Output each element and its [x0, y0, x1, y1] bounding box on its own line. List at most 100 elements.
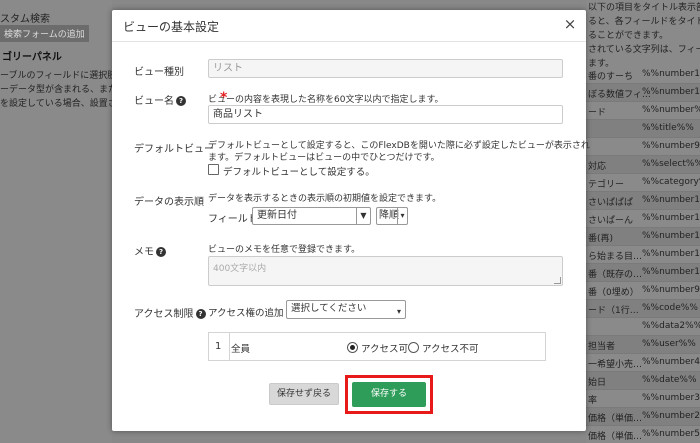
access-allow-radio[interactable] [347, 342, 358, 353]
bg-field-value: %%number5%% [642, 429, 700, 439]
resize-handle-icon[interactable] [554, 277, 561, 284]
bg-field-value: %%number%% [642, 105, 700, 115]
chevron-down-icon: ▾ [397, 208, 407, 224]
bg-field-label: 番(再) [588, 234, 614, 244]
save-button[interactable]: 保存する [352, 382, 426, 407]
bg-field-label: テゴリー [588, 180, 625, 190]
bg-field-row: 担当者 %%user%% [586, 336, 700, 354]
bg-field-row: 一希望小売…%%number4%% [586, 354, 700, 372]
bg-field-value: %%number12% [642, 231, 700, 241]
bg-add-search-form-button: 検索フォームの追加 [0, 25, 89, 42]
sort-order-select[interactable]: 降順 ▾ [376, 207, 408, 225]
bg-field-label: 番のすーち [588, 72, 634, 82]
access-select[interactable]: 選択してください ▾ [286, 300, 406, 319]
bg-field-row: %%data2%% [586, 318, 700, 336]
access-restriction-label: アクセス制限? [134, 305, 206, 320]
bg-field-row: 番(再) %%number12% [586, 228, 700, 246]
bg-field-value: %%category%% [642, 177, 700, 187]
view-name-description: ビューの内容を表現した名称を60文字以内で指定します。 [208, 95, 444, 105]
bg-field-value: %%title%% [642, 123, 694, 133]
bg-field-value: %%number13% [642, 213, 700, 223]
default-view-description-2: ます。デフォルトビューはビューの中でひとつだけです。 [208, 153, 440, 163]
chevron-down-icon: ▾ [396, 307, 401, 316]
default-view-label: デフォルトビュー [134, 144, 214, 155]
access-deny-label[interactable]: アクセス不可 [422, 341, 479, 355]
bg-field-value: %%number2%% [642, 411, 700, 421]
bg-field-row: 価格（単価…%%number2%% [586, 408, 700, 426]
access-allow-label[interactable]: アクセス可 [361, 341, 408, 355]
help-icon[interactable]: ? [156, 247, 166, 257]
bg-field-value: %%number16% [642, 69, 700, 79]
dialog-title: ビューの基本設定 [123, 20, 220, 34]
view-type-label: ビュー種別 [134, 67, 184, 78]
bg-field-row: ら始まる目…%%number11% [586, 246, 700, 264]
access-row: 1 全員 アクセス可 アクセス不可 [208, 332, 546, 361]
bg-field-label: ード [588, 108, 607, 118]
bg-text-line: を設定している場合、設置され [0, 99, 126, 109]
add-access-label: アクセス権の追加 > [208, 308, 295, 319]
sort-field-value: 更新日付 [257, 210, 297, 221]
bg-field-label: さいぱぱぱ [588, 198, 634, 208]
bg-field-value: %%number9%% [642, 141, 700, 151]
bg-field-row: %%number9%% [586, 138, 700, 156]
bg-field-value: %%date%% [642, 375, 697, 385]
bg-field-label: さいぱーん [588, 216, 634, 226]
chevron-down-icon: ▼ [356, 208, 370, 224]
memo-description: ビューのメモを任意で登録できます。 [208, 245, 361, 255]
bg-field-row: さいぱぱぱ %%number14% [586, 192, 700, 210]
memo-label: メモ? [134, 243, 166, 258]
bg-field-row: ード（1行… %%code%% [586, 300, 700, 318]
close-icon[interactable]: × [562, 16, 578, 32]
view-name-label-text: ビュー名 [134, 96, 174, 107]
bg-field-value: %%select%% [642, 159, 700, 169]
background-right-panel: 以下の項目をタイトル表示部にドラッグ ると、各フィールドをタイトルラベ ることが… [586, 0, 700, 443]
bg-field-label: 価格（単価… [588, 432, 643, 442]
access-select-value: 選択してください [291, 303, 367, 314]
bg-field-value: %%number9%% [642, 285, 700, 295]
bg-field-value: %%number4%% [642, 357, 700, 367]
memo-textarea[interactable]: 400文字以内 [208, 256, 563, 286]
sort-field-select[interactable]: 更新日付 ▼ [252, 207, 371, 225]
bg-field-row: 始日 %%date%% [586, 372, 700, 390]
bg-field-value: %%number3%% [642, 393, 700, 403]
bg-field-row: ぼる数値フィ…%%number15% [586, 84, 700, 102]
sort-order-value: 降順 [379, 210, 399, 221]
bg-field-label: 価格（単価… [588, 414, 643, 424]
bg-field-value: %%user%% [642, 339, 696, 349]
default-view-checkbox[interactable] [208, 164, 219, 175]
access-deny-radio[interactable] [408, 342, 419, 353]
bg-help-line: ると、各フィールドをタイトルラベ [588, 17, 700, 27]
bg-field-label: 担当者 [588, 342, 616, 352]
access-restriction-label-text: アクセス制限 [134, 309, 194, 320]
cancel-button[interactable]: 保存せず戻る [269, 383, 339, 405]
bg-field-value: %%code%% [642, 303, 698, 313]
bg-help-line: ることができます。 [588, 31, 669, 41]
bg-field-label: 番（0埋め） [588, 288, 639, 298]
bg-field-value: %%number11% [642, 249, 700, 259]
bg-field-label: ード（1行… [588, 306, 639, 316]
bg-field-value: %%number10% [642, 267, 700, 277]
access-row-divider [229, 332, 230, 361]
view-name-input[interactable]: 商品リスト [208, 105, 563, 124]
bg-field-value: %%number14% [642, 195, 700, 205]
bg-field-row: ード %%number%% [586, 102, 700, 120]
bg-field-label: 対応 [588, 162, 607, 172]
field-label: フィールド [208, 214, 258, 225]
view-settings-dialog: ビューの基本設定 × ビュー種別 リスト ビュー名? * ビューの内容を表現した… [112, 10, 590, 431]
bg-field-row: 番（0埋め）%%number9%% [586, 282, 700, 300]
bg-field-row: 価格（単価…%%number5%% [586, 426, 700, 443]
bg-field-row: さいぱーん %%number13% [586, 210, 700, 228]
access-row-number: 1 [215, 341, 222, 352]
display-order-description: データを表示するときの表示順の初期値を設定できます。 [208, 194, 442, 204]
bg-field-row: 対応 %%select%% [586, 156, 700, 174]
help-icon[interactable]: ? [176, 96, 186, 106]
bg-field-row: 番（既存の…%%number10% [586, 264, 700, 282]
bg-field-value: %%data2%% [642, 321, 700, 331]
help-icon[interactable]: ? [195, 309, 206, 319]
bg-custom-search-title: スタム検索 [0, 14, 50, 25]
default-view-checkbox-label[interactable]: デフォルトビューとして設定する。 [223, 164, 375, 178]
bg-field-value: %%number15% [642, 87, 700, 97]
bg-field-row: 率 %%number3%% [586, 390, 700, 408]
background-left-panel: スタム検索 検索フォームの追加 ゴリーパネル ーブルのフィールドに選択肢・ ーデ… [0, 0, 135, 443]
dialog-header: ビューの基本設定 × [112, 10, 586, 42]
